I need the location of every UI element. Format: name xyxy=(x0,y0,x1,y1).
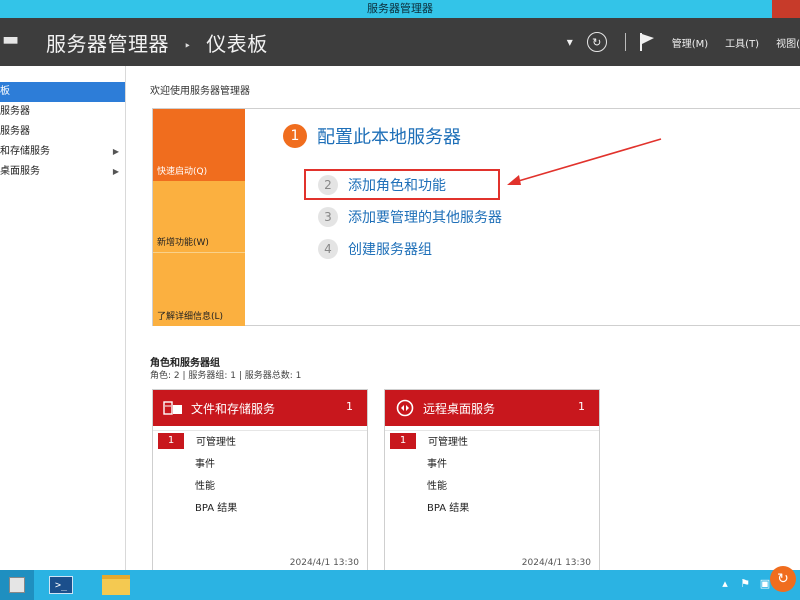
step-number: 2 xyxy=(318,175,338,195)
step-add-other-servers[interactable]: 3 添加要管理的其他服务器 xyxy=(318,207,502,227)
divider xyxy=(624,33,626,51)
role-card-row-manageability[interactable]: 1 可管理性 xyxy=(385,430,599,450)
role-card-row-bpa[interactable]: BPA 结果 xyxy=(153,496,367,516)
chevron-down-icon[interactable]: ▾ xyxy=(567,35,573,49)
sidebar-item-local-server[interactable]: 服务器 xyxy=(0,102,125,122)
sidebar-item-label: 桌面服务 xyxy=(0,166,40,177)
menu-view[interactable]: 视图( xyxy=(776,35,800,50)
row-label: 可管理性 xyxy=(428,437,468,448)
step-create-server-group[interactable]: 4 创建服务器组 xyxy=(318,239,432,259)
role-card-header[interactable]: 远程桌面服务 1 xyxy=(385,390,599,426)
row-label: BPA 结果 xyxy=(195,502,238,514)
refresh-icon[interactable]: ↻ xyxy=(770,566,796,592)
dashboard-main: 欢迎使用服务器管理器 快速启动(Q) 新增功能(W) 了解详细信息(L) 1 配… xyxy=(127,66,800,570)
row-label: 性能 xyxy=(427,480,447,492)
header-tools: ▾ ↻ 管理(M) 工具(T) 视图( xyxy=(561,18,800,66)
action-center-flag-icon[interactable]: ⚑ xyxy=(738,576,752,590)
roles-section-title: 角色和服务器组 xyxy=(150,358,220,369)
tile-quick-start[interactable]: 快速启动(Q) xyxy=(153,109,245,181)
role-card-header[interactable]: 文件和存储服务 1 xyxy=(153,390,367,426)
alert-count-badge: 1 xyxy=(390,432,416,449)
taskbar-file-explorer[interactable] xyxy=(96,570,136,600)
taskbar: >_ ▴ ⚑ ▣ ◢ xyxy=(0,570,800,600)
role-card-remote-desktop[interactable]: 远程桌面服务 1 1 可管理性 事件 性能 BPA 结果 2024/4/1 13… xyxy=(384,389,600,570)
powershell-icon: >_ xyxy=(49,576,73,594)
role-card-row-performance[interactable]: 性能 xyxy=(385,474,599,494)
welcome-title: 欢迎使用服务器管理器 xyxy=(150,86,250,97)
tile-label: 新增功能(W) xyxy=(157,238,209,248)
row-label: BPA 结果 xyxy=(427,502,470,514)
step-label: 添加角色和功能 xyxy=(348,178,446,194)
role-card-row-events[interactable]: 事件 xyxy=(153,452,367,472)
tile-label: 了解详细信息(L) xyxy=(157,312,224,322)
alert-count-badge: 1 xyxy=(158,432,184,449)
server-manager-icon xyxy=(9,577,25,593)
notification-flag-icon[interactable] xyxy=(639,33,654,51)
role-card-timestamp: 2024/4/1 13:30 xyxy=(289,558,359,568)
roles-section-summary: 角色: 2 | 服务器组: 1 | 服务器总数: 1 xyxy=(150,371,302,381)
role-card-count: 1 xyxy=(346,400,353,413)
file-storage-icon xyxy=(163,400,183,416)
taskbar-server-manager[interactable] xyxy=(0,570,34,600)
sidebar-item-label: 服务器 xyxy=(0,126,30,137)
row-label: 性能 xyxy=(195,480,215,492)
remote-desktop-icon xyxy=(395,399,415,417)
sidebar-item-label: 和存储服务 xyxy=(0,146,50,157)
breadcrumb-separator: ‣ xyxy=(183,38,192,53)
back-arrow-icon[interactable]: ▬ xyxy=(2,29,19,50)
tile-label: 快速启动(Q) xyxy=(157,167,208,177)
chevron-right-icon: ▶ xyxy=(112,167,119,176)
role-card-file-storage[interactable]: 文件和存储服务 1 1 可管理性 事件 性能 BPA 结果 2024/4/1 1… xyxy=(152,389,368,570)
tile-learn-more[interactable]: 了解详细信息(L) xyxy=(153,252,245,326)
step-number: 4 xyxy=(318,239,338,259)
taskbar-powershell[interactable]: >_ xyxy=(40,570,82,600)
step-label: 配置此本地服务器 xyxy=(317,127,461,148)
tile-whats-new[interactable]: 新增功能(W) xyxy=(153,181,245,252)
chevron-right-icon: ▶ xyxy=(112,147,119,156)
sidebar-item-file-storage[interactable]: 和存储服务 ▶ xyxy=(0,142,125,162)
role-card-row-performance[interactable]: 性能 xyxy=(153,474,367,494)
role-card-count: 1 xyxy=(578,400,585,413)
sidebar-item-remote-desktop[interactable]: 桌面服务 ▶ xyxy=(0,162,125,182)
row-label: 可管理性 xyxy=(196,437,236,448)
sidebar-item-label: 板 xyxy=(0,86,10,97)
folder-icon xyxy=(102,575,130,595)
role-card-row-events[interactable]: 事件 xyxy=(385,452,599,472)
breadcrumb-root[interactable]: 服务器管理器 xyxy=(46,32,169,56)
menu-tools[interactable]: 工具(T) xyxy=(725,35,759,50)
refresh-icon[interactable]: ↻ xyxy=(586,32,607,52)
role-card-timestamp: 2024/4/1 13:30 xyxy=(521,558,591,568)
sidebar-item-label: 服务器 xyxy=(0,106,30,117)
welcome-panel: 快速启动(Q) 新增功能(W) 了解详细信息(L) 1 配置此本地服务器 2 添… xyxy=(152,108,800,326)
breadcrumb: 服务器管理器 ‣ 仪表板 xyxy=(46,28,268,57)
window-close-button[interactable] xyxy=(772,0,800,18)
role-card-title: 远程桌面服务 xyxy=(423,401,496,416)
sidebar: 板 服务器 服务器 和存储服务 ▶ 桌面服务 ▶ xyxy=(0,66,126,570)
step-label: 创建服务器组 xyxy=(348,242,432,258)
step-label: 添加要管理的其他服务器 xyxy=(348,210,502,226)
role-card-row-manageability[interactable]: 1 可管理性 xyxy=(153,430,367,450)
menu-manage[interactable]: 管理(M) xyxy=(672,35,708,50)
role-card-title: 文件和存储服务 xyxy=(191,401,276,416)
sidebar-item-all-servers[interactable]: 服务器 xyxy=(0,122,125,142)
step-number: 1 xyxy=(283,124,307,148)
role-card-row-bpa[interactable]: BPA 结果 xyxy=(385,496,599,516)
chevron-up-icon[interactable]: ▴ xyxy=(718,576,732,590)
step-configure-local-server[interactable]: 1 配置此本地服务器 xyxy=(283,123,461,149)
app-header: ▬ 服务器管理器 ‣ 仪表板 ▾ ↻ 管理(M) 工具(T) 视图( xyxy=(0,18,800,66)
row-label: 事件 xyxy=(195,458,215,470)
step-add-roles-features[interactable]: 2 添加角色和功能 xyxy=(318,175,446,195)
step-number: 3 xyxy=(318,207,338,227)
row-label: 事件 xyxy=(427,458,447,470)
window-title: 服务器管理器 xyxy=(367,2,433,15)
annotation-arrow-icon xyxy=(507,138,662,185)
breadcrumb-current: 仪表板 xyxy=(206,32,268,56)
sidebar-item-dashboard[interactable]: 板 xyxy=(0,82,125,102)
window-title-bar: 服务器管理器 xyxy=(0,0,800,18)
